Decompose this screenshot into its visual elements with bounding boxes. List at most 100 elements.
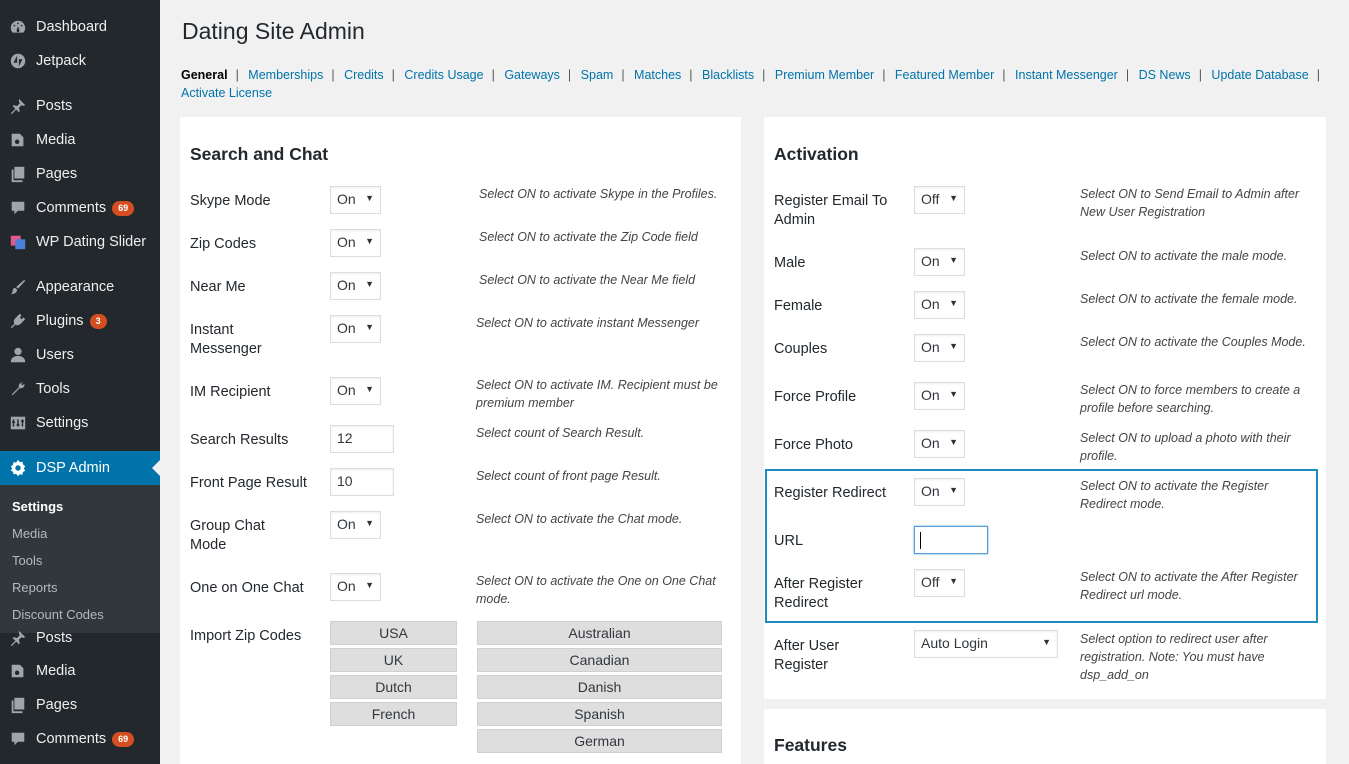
sidebar-item-label: Pages [36,166,78,182]
comment-icon [8,729,28,749]
group-chat-mode-select[interactable]: On ▼ [330,511,381,539]
media-icon [8,661,28,681]
page-title: Dating Site Admin [182,18,365,44]
sidebar-item-label: Appearance [36,279,115,295]
import-zip-codes-label: Import Zip Codes [190,628,302,644]
zip-codes-select[interactable]: On ▼ [330,229,381,257]
tab-matches[interactable]: Matches [634,68,681,82]
tab-spam[interactable]: Spam [581,68,614,82]
section-title-features: Features [774,735,847,755]
setting-description: Select ON to activate the One on One Cha… [476,574,716,606]
pages-icon [8,164,28,184]
tab-ds-news[interactable]: DS News [1139,68,1191,82]
import-zip-uk-button[interactable]: UK [330,648,457,672]
submenu-item-media[interactable]: Media [12,526,47,541]
setting-label: Search Results [190,432,289,448]
tab-blacklists[interactable]: Blacklists [702,68,754,82]
dropdown-arrow-icon: ▼ [365,193,374,203]
sidebar-item-jetpack[interactable]: Jetpack [0,44,160,78]
search-results-input[interactable]: 12 [330,425,394,453]
tab-credits-usage[interactable]: Credits Usage [404,68,483,82]
setting-description: Select ON to Send Email to Admin after N… [1080,187,1300,219]
dropdown-arrow-icon: ▼ [365,322,374,332]
import-zip-dutch-button[interactable]: Dutch [330,675,457,699]
pages-icon [8,695,28,715]
submenu-item-reports[interactable]: Reports [12,580,58,595]
jetpack-icon [8,51,28,71]
im-recipient-select[interactable]: On ▼ [330,377,381,405]
wrench-icon [8,379,28,399]
submenu-item-discount-codes[interactable]: Discount Codes [12,607,104,622]
import-zip-french-button[interactable]: French [330,702,457,726]
sidebar-item-appearance[interactable]: Appearance [0,270,160,304]
submenu-item-tools[interactable]: Tools [12,553,42,568]
sidebar-item-plugins[interactable]: Plugins 3 [0,304,160,338]
female-mode-select[interactable]: On ▼ [914,291,965,319]
import-zip-german-button[interactable]: German [477,729,722,753]
sidebar-item-tools[interactable]: Tools [0,372,160,406]
import-zip-australian-button[interactable]: Australian [477,621,722,645]
submenu-item-settings[interactable]: Settings [12,499,63,514]
near-me-select[interactable]: On ▼ [330,272,381,300]
tab-premium-member[interactable]: Premium Member [775,68,874,82]
sidebar-item-label: Settings [36,415,89,431]
force-photo-select[interactable]: On ▼ [914,430,965,458]
dropdown-arrow-icon: ▼ [949,298,958,308]
dashboard-icon [8,17,28,37]
brush-icon [8,277,28,297]
sidebar-item-pages[interactable]: Pages [0,157,160,191]
front-page-result-input[interactable]: 10 [330,468,394,496]
after-user-register-select[interactable]: Auto Login ▼ [914,630,1058,658]
dropdown-arrow-icon: ▼ [365,236,374,246]
skype-mode-select[interactable]: On ▼ [330,186,381,214]
sidebar-item-comments-duplicate[interactable]: Comments 69 [0,722,160,756]
admin-sidebar: Dashboard Jetpack Posts Media Pages Comm… [0,0,160,764]
tab-instant-messenger[interactable]: Instant Messenger [1015,68,1118,82]
sidebar-item-media-duplicate[interactable]: Media [0,654,160,688]
dropdown-arrow-icon: ▼ [949,255,958,265]
import-zip-usa-button[interactable]: USA [330,621,457,645]
force-profile-select[interactable]: On ▼ [914,382,965,410]
male-mode-select[interactable]: On ▼ [914,248,965,276]
import-zip-canadian-button[interactable]: Canadian [477,648,722,672]
setting-label: Couples [774,341,828,357]
setting-description: Select ON to force members to create a p… [1080,383,1301,415]
sidebar-item-media[interactable]: Media [0,123,160,157]
sidebar-item-wp-dating-slider[interactable]: WP Dating Slider [0,225,160,259]
dropdown-arrow-icon: ▼ [949,437,958,447]
sidebar-item-users[interactable]: Users [0,338,160,372]
tab-memberships[interactable]: Memberships [248,68,323,82]
sidebar-item-posts[interactable]: Posts [0,89,160,123]
instant-messenger-select[interactable]: On ▼ [330,315,381,343]
user-icon [8,345,28,365]
gear-icon [8,458,28,478]
sidebar-item-label: Dashboard [36,19,107,35]
couples-mode-select[interactable]: On ▼ [914,334,965,362]
import-zip-danish-button[interactable]: Danish [477,675,722,699]
setting-description: Select count of Search Result. [476,426,645,440]
tab-gateways[interactable]: Gateways [504,68,560,82]
sidebar-item-dashboard[interactable]: Dashboard [0,10,160,44]
dropdown-arrow-icon: ▼ [949,389,958,399]
one-on-one-chat-select[interactable]: On ▼ [330,573,381,601]
tab-featured-member[interactable]: Featured Member [895,68,994,82]
sidebar-item-pages-duplicate[interactable]: Pages [0,688,160,722]
pin-icon [8,628,28,648]
dsp-admin-submenu: Settings Media Tools Reports Discount Co… [0,485,160,633]
register-email-to-admin-select[interactable]: Off ▼ [914,186,965,214]
tab-update-database[interactable]: Update Database [1211,68,1308,82]
setting-label: Force Profile [774,389,857,405]
settings-tabs: General | Memberships | Credits | Credits U… [181,68,1320,100]
search-chat-panel: Search and Chat Skype Mode On ▼ Select ON… [180,117,741,764]
tab-general[interactable]: General [181,68,228,82]
plugins-count-badge: 3 [89,313,107,329]
slider-icon [8,232,28,252]
sidebar-item-posts-duplicate[interactable]: Posts [0,628,160,648]
sidebar-item-comments[interactable]: Comments 69 [0,191,160,225]
import-zip-spanish-button[interactable]: Spanish [477,702,722,726]
tab-credits[interactable]: Credits [344,68,384,82]
sidebar-item-dsp-admin[interactable]: DSP Admin [0,451,160,485]
sidebar-item-settings[interactable]: Settings [0,406,160,440]
setting-description: Select option to redirect user after reg… [1080,632,1268,682]
tab-activate-license[interactable]: Activate License [181,86,272,100]
